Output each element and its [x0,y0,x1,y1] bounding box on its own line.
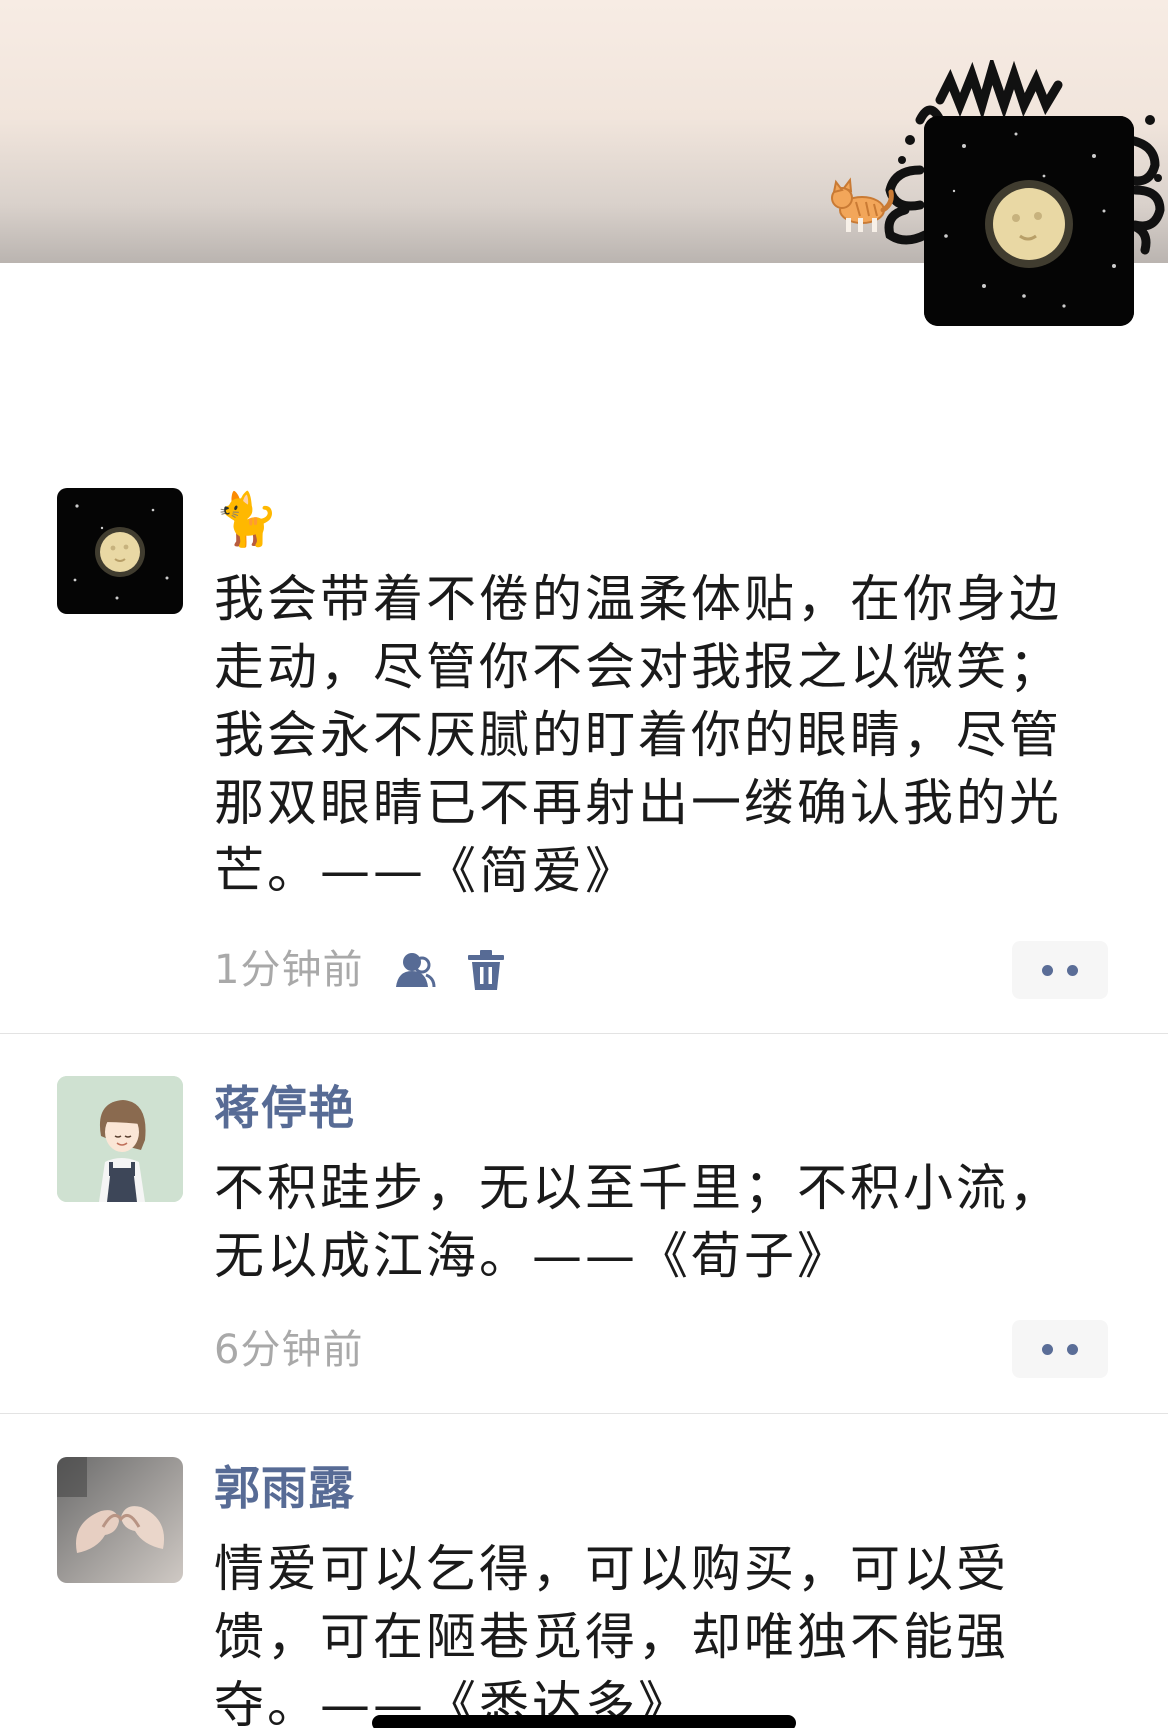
more-dots-icon [1042,1344,1053,1355]
avatar[interactable] [57,1457,183,1583]
post-time: 6分钟前 [214,1327,364,1373]
author-name[interactable]: 蒋停艳 [214,1080,355,1136]
cartoon-girl-icon [57,1076,183,1202]
author-name[interactable]: 🐈 [214,488,286,552]
more-button[interactable] [1012,1320,1108,1378]
more-dot [1067,965,1078,976]
divider [0,1413,1168,1414]
moon-face-icon [924,116,1134,326]
profile-avatar[interactable] [924,116,1134,326]
more-dot [1067,1344,1078,1355]
heart-hands-photo-icon [57,1457,183,1583]
friends-visibility-icon[interactable] [390,947,438,995]
more-button[interactable] [1012,941,1108,999]
cat-emoji-icon [826,166,898,238]
home-indicator [372,1715,796,1728]
author-name-emoji: 🐈 [214,490,280,550]
post-time: 1分钟前 [214,947,364,993]
post-text: 情爱可以乞得，可以购买，可以受馈，可在陋巷觅得，却唯独不能强夺。——《悉达多》 [214,1540,1009,1728]
avatar[interactable] [57,1076,183,1202]
more-dots-icon [1042,965,1053,976]
post-text: 我会带着不倦的温柔体贴，在你身边走动，尽管你不会对我报之以微笑；我会永不厌腻的盯… [214,570,1062,900]
author-name[interactable]: 郭雨露 [214,1460,355,1516]
avatar[interactable] [57,488,183,614]
post-text: 不积跬步，无以至千里；不积小流，无以成江海。——《荀子》 [214,1159,1062,1285]
delete-icon[interactable] [462,947,510,995]
divider [0,1033,1168,1034]
moon-face-icon [57,488,183,614]
